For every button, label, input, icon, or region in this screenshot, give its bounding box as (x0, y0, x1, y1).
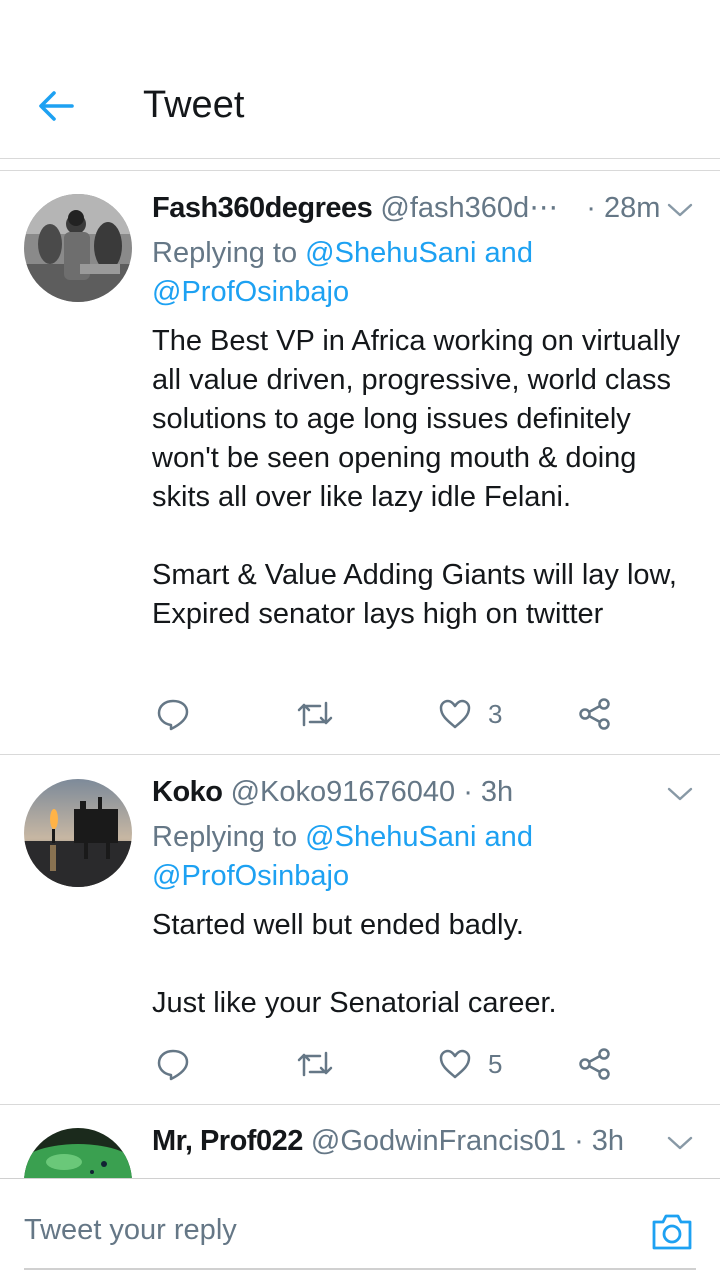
share-button[interactable] (578, 692, 612, 736)
user-handle[interactable]: @fash360d⋯ (380, 192, 558, 224)
tweet-divider (0, 754, 720, 755)
replying-to-label: Replying to (152, 821, 306, 853)
mention-link[interactable]: @ProfOsinbajo (152, 860, 349, 892)
timestamp: · 28m (586, 192, 661, 224)
chevron-down-icon (667, 203, 693, 217)
reply-input[interactable] (24, 1198, 624, 1262)
camera-button[interactable] (650, 1210, 694, 1254)
mention-link[interactable]: @ProfOsinbajo (152, 276, 349, 308)
reply-icon (157, 699, 189, 731)
page-title: Tweet (143, 84, 245, 126)
user-handle[interactable]: @Koko91676040 (231, 776, 456, 808)
tweet-menu-button[interactable] (666, 1133, 694, 1153)
chevron-down-icon (667, 1136, 693, 1150)
avatar[interactable] (24, 194, 132, 302)
display-name[interactable]: Fash360degrees (152, 192, 373, 224)
tweet-text: Started well but ended badly. Just like … (152, 909, 557, 1019)
retweet-button[interactable] (296, 692, 334, 736)
display-name[interactable]: Koko (152, 776, 223, 808)
header-divider (0, 170, 720, 171)
retweet-icon (297, 1051, 333, 1077)
retweet-button[interactable] (296, 1042, 334, 1086)
chevron-down-icon (667, 787, 693, 801)
replying-to: Replying to @ShehuSani and @ProfOsinbajo (152, 818, 692, 896)
tweet-header: Koko @Koko91676040 · 3h (152, 774, 513, 810)
mention-link[interactable]: @ShehuSani (305, 821, 476, 853)
app-header: Tweet (0, 0, 720, 171)
like-count: 5 (488, 1048, 503, 1079)
tweet-actions: 5 (0, 1042, 720, 1086)
reply-button[interactable] (156, 692, 190, 736)
display-name[interactable]: Mr, Prof022 (152, 1125, 303, 1157)
mention-link[interactable]: @ShehuSani (305, 237, 476, 269)
replying-to: Replying to @ShehuSani and @ProfOsinbajo (152, 234, 692, 312)
back-button[interactable] (36, 86, 76, 126)
arrow-left-icon (39, 91, 74, 121)
tweet-text: The Best VP in Africa working on virtual… (152, 325, 681, 630)
retweet-icon (297, 701, 333, 727)
heart-icon (439, 699, 471, 729)
header-divider (0, 158, 720, 159)
camera-icon (652, 1214, 692, 1250)
like-count: 3 (488, 698, 503, 729)
tweet-divider (0, 1104, 720, 1105)
timestamp: · 3h (574, 1125, 625, 1157)
timestamp: · 3h (463, 776, 514, 808)
share-icon (579, 698, 610, 730)
user-handle[interactable]: @GodwinFrancis01 (311, 1125, 566, 1157)
like-button[interactable]: 3 (438, 692, 502, 736)
avatar[interactable] (24, 779, 132, 887)
tweet-actions: 3 (0, 692, 720, 736)
replying-to-label: Replying to (152, 237, 306, 269)
reply-input-underline (24, 1268, 696, 1270)
replying-and[interactable]: and (477, 821, 533, 853)
reply-icon (157, 1049, 189, 1081)
tweet-menu-button[interactable] (666, 200, 694, 220)
like-button[interactable]: 5 (438, 1042, 502, 1086)
reply-button[interactable] (156, 1042, 190, 1086)
tweet-header: Mr, Prof022 @GodwinFrancis01 · 3h (152, 1123, 624, 1159)
replying-and[interactable]: and (477, 237, 533, 269)
share-icon (579, 1048, 610, 1080)
heart-icon (439, 1049, 471, 1079)
tweet-header: Fash360degrees @fash360d⋯ · 28m (152, 190, 660, 226)
share-button[interactable] (578, 1042, 612, 1086)
tweet-menu-button[interactable] (666, 784, 694, 804)
